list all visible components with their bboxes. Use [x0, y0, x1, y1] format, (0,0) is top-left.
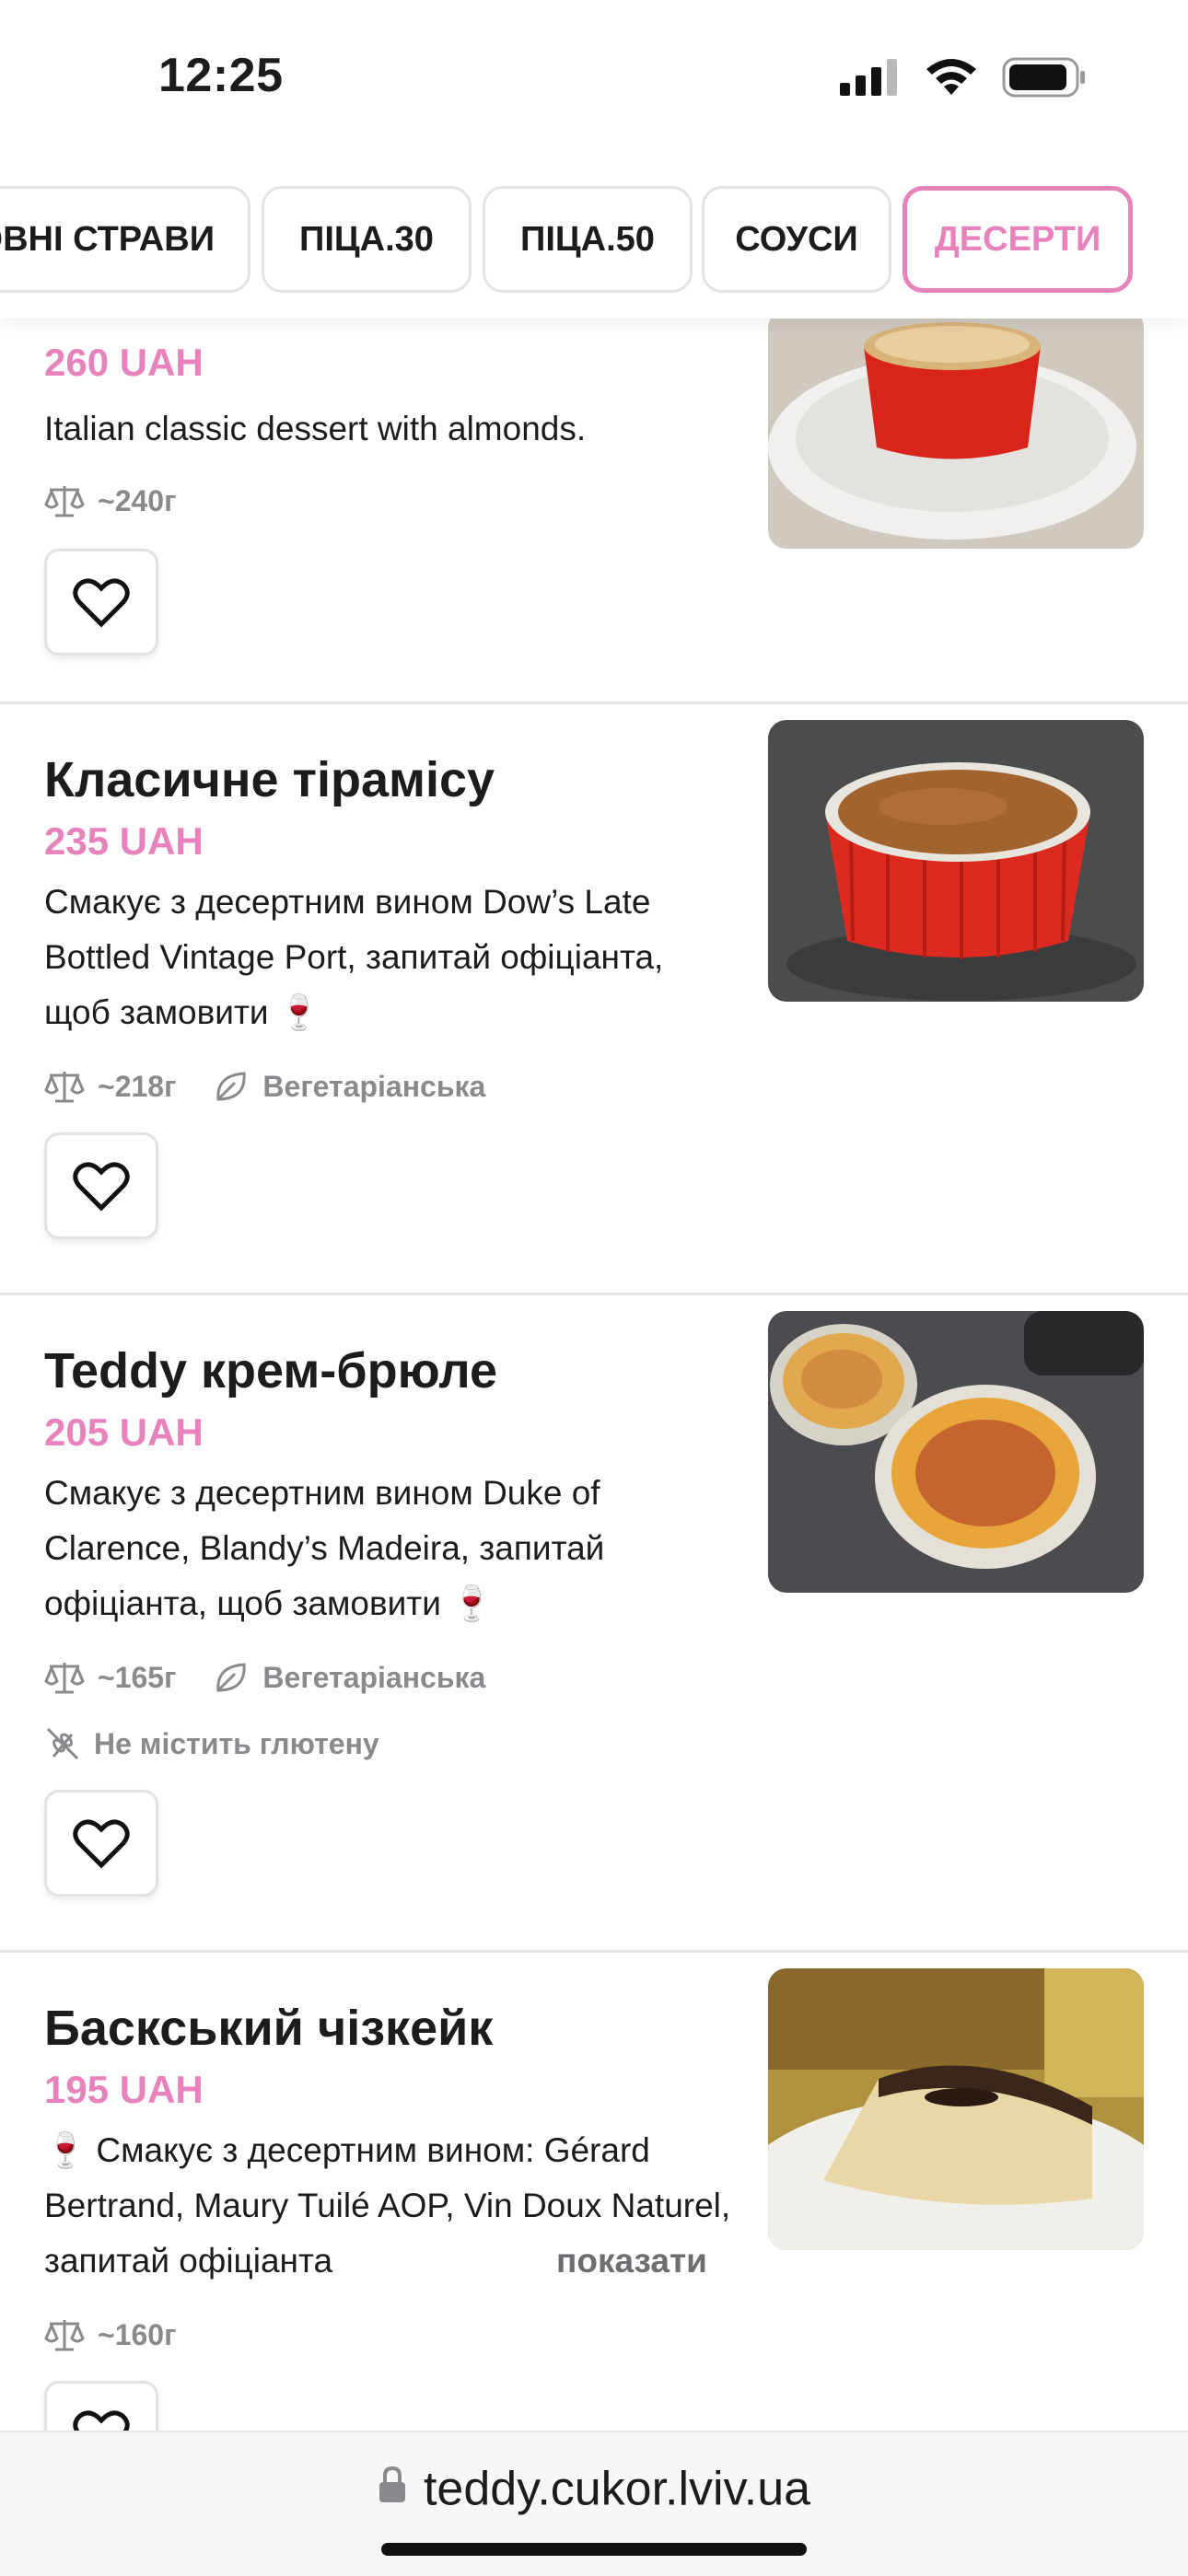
dessert-photo [768, 1311, 1144, 1593]
item-price: 205 UAH [44, 1410, 204, 1454]
item-description: Смакує з десертним вином Duke of Clarenc… [44, 1474, 605, 1622]
scale-icon [44, 1659, 85, 1696]
tab-main-dishes[interactable]: ОВНІ СТРАВИ [0, 186, 250, 293]
heart-icon [73, 1819, 130, 1869]
dessert-photo [768, 1968, 1144, 2250]
scale-icon [44, 1068, 85, 1105]
favorite-button[interactable] [44, 549, 158, 656]
category-tabs: ОВНІ СТРАВИ ПІЦА.30 ПІЦА.50 СОУСИ ДЕСЕРТ… [0, 175, 1188, 319]
status-time: 12:25 [158, 49, 284, 102]
favorite-button[interactable] [44, 1132, 158, 1239]
signal-icon [840, 59, 897, 96]
item-description: Смакує з десертним вином Dow’s Late Bott… [44, 883, 664, 1031]
url-field[interactable]: teddy.cukor.lviv.ua [0, 2458, 1188, 2516]
url-text: teddy.cukor.lviv.ua [423, 2462, 811, 2516]
item-divider [0, 1293, 1188, 1295]
item-weight: ~240г [98, 483, 177, 517]
item-meta: ~218г Вегетаріанська [44, 1068, 485, 1105]
leaf-icon [213, 1659, 250, 1696]
leaf-icon [213, 1068, 250, 1105]
item-weight: ~160г [98, 2317, 177, 2351]
gluten-free-icon [44, 1725, 81, 1762]
dessert-photo [768, 720, 1144, 1002]
home-indicator [381, 2543, 807, 2556]
show-more-link[interactable]: показати [492, 2234, 707, 2289]
tab-pizza-50[interactable]: ПІЦА.50 [483, 186, 693, 293]
heart-icon [73, 578, 130, 628]
item-title: Класичне тірамісу [44, 752, 495, 807]
tab-desserts[interactable]: ДЕСЕРТИ [903, 186, 1133, 293]
item-meta: ~165г Вегетаріанська [44, 1659, 485, 1696]
tab-sauces[interactable]: СОУСИ [702, 186, 891, 293]
item-price: 260 UAH [44, 341, 204, 384]
scale-icon [44, 2316, 85, 2353]
item-tag-gluten: Не містить глютену [94, 1726, 379, 1760]
dessert-photo [768, 309, 1144, 549]
item-weight: ~165г [98, 1660, 177, 1694]
battery-icon [1002, 57, 1085, 98]
item-meta: ~160г [44, 2316, 176, 2353]
item-title: Баскський чізкейк [44, 2001, 494, 2056]
item-tag: Вегетаріанська [262, 1660, 486, 1694]
wifi-icon [926, 59, 976, 95]
item-description: Italian classic dessert with almonds. [44, 410, 587, 447]
favorite-button[interactable] [44, 1790, 158, 1897]
item-divider [0, 1950, 1188, 1953]
item-divider [0, 702, 1188, 704]
scale-icon [44, 482, 85, 519]
item-meta: ~240г [44, 482, 176, 519]
item-meta: Не містить глютену [44, 1725, 379, 1762]
status-bar: 12:25 [0, 0, 1188, 175]
item-weight: ~218г [98, 1069, 177, 1103]
item-tag: Вегетаріанська [262, 1069, 486, 1103]
status-icons [840, 57, 1087, 98]
browser-url-bar[interactable]: teddy.cukor.lviv.ua [0, 2431, 1188, 2576]
item-title: Teddy крем-брюле [44, 1343, 498, 1398]
tab-pizza-30[interactable]: ПІЦА.30 [262, 186, 472, 293]
lock-icon [378, 2461, 407, 2516]
heart-icon [73, 1162, 130, 1212]
item-price: 195 UAH [44, 2068, 204, 2111]
item-price: 235 UAH [44, 819, 204, 863]
